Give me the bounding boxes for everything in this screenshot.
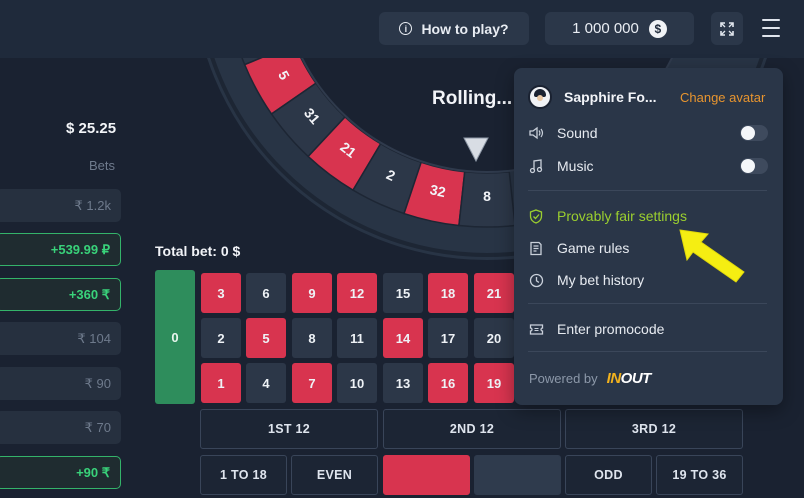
bet-history-label: My bet history bbox=[557, 272, 645, 288]
dozen-bet-button[interactable]: 2ND 12 bbox=[383, 409, 561, 449]
sound-setting: Sound bbox=[528, 121, 768, 145]
wheel-pocket bbox=[352, 142, 423, 215]
wheel-pocket-number: 5 bbox=[275, 68, 293, 83]
wheel-pointer-icon bbox=[463, 137, 489, 163]
powered-by: Powered by INOUT bbox=[529, 370, 651, 387]
music-note-icon bbox=[528, 158, 544, 174]
number-cell[interactable]: 4 bbox=[246, 363, 286, 403]
how-to-play-label: How to play? bbox=[421, 20, 509, 37]
number-cell[interactable]: 18 bbox=[428, 273, 468, 313]
bet-row: +360 ₹ bbox=[0, 278, 121, 311]
wheel-pocket-number: 31 bbox=[301, 105, 323, 127]
number-cell[interactable]: 11 bbox=[337, 318, 377, 358]
rolling-status: Rolling... bbox=[432, 88, 513, 109]
wheel-pocket bbox=[270, 82, 347, 158]
total-bets-amount: $ 25.25 bbox=[66, 120, 117, 137]
high-bet-button[interactable]: 19 TO 36 bbox=[656, 455, 743, 495]
odd-bet-button[interactable]: ODD bbox=[565, 455, 652, 495]
user-name: Sapphire Fo... bbox=[564, 89, 657, 105]
number-cell[interactable]: 3 bbox=[201, 273, 241, 313]
bet-row: ₹ 1.2k bbox=[0, 189, 121, 222]
promocode-item[interactable]: Enter promocode bbox=[528, 317, 768, 341]
wheel-pocket-number: 8 bbox=[483, 188, 491, 204]
total-bet-label: Total bet: 0 $ bbox=[155, 243, 241, 259]
number-cell[interactable]: 2 bbox=[201, 318, 241, 358]
promocode-label: Enter promocode bbox=[557, 321, 665, 337]
number-cell[interactable]: 14 bbox=[383, 318, 423, 358]
bet-row: ₹ 90 bbox=[0, 367, 121, 400]
bet-row: +90 ₹ bbox=[0, 456, 121, 489]
low-bet-button[interactable]: 1 TO 18 bbox=[200, 455, 287, 495]
wheel-pocket bbox=[307, 115, 382, 192]
fullscreen-button[interactable] bbox=[711, 12, 743, 45]
number-cell[interactable]: 16 bbox=[428, 363, 468, 403]
number-cell[interactable]: 20 bbox=[474, 318, 514, 358]
ticket-icon bbox=[528, 321, 544, 337]
avatar[interactable] bbox=[528, 85, 552, 109]
number-cell[interactable]: 9 bbox=[292, 273, 332, 313]
number-cell[interactable]: 13 bbox=[383, 363, 423, 403]
game-rules-label: Game rules bbox=[557, 240, 630, 256]
number-zero-cell[interactable]: 0 bbox=[155, 270, 195, 404]
history-clock-icon bbox=[528, 272, 544, 288]
balance-display: 1 000 000 $ bbox=[545, 12, 694, 45]
powered-by-label: Powered by bbox=[529, 371, 598, 386]
wheel-pocket-number: 21 bbox=[337, 139, 359, 161]
number-cell[interactable]: 6 bbox=[246, 273, 286, 313]
dozen-bet-button[interactable]: 3RD 12 bbox=[565, 409, 743, 449]
rules-document-icon bbox=[528, 240, 544, 256]
music-label: Music bbox=[557, 158, 594, 174]
number-cell[interactable]: 12 bbox=[337, 273, 377, 313]
number-cell[interactable]: 5 bbox=[246, 318, 286, 358]
bet-row: ₹ 70 bbox=[0, 411, 121, 444]
wheel-pocket-number: 32 bbox=[428, 181, 447, 200]
sound-toggle[interactable] bbox=[740, 125, 768, 141]
red-bet-button[interactable] bbox=[383, 455, 470, 495]
provably-fair-label: Provably fair settings bbox=[557, 208, 687, 224]
music-setting: Music bbox=[528, 154, 768, 178]
sound-label: Sound bbox=[557, 125, 598, 141]
menu-divider bbox=[528, 190, 767, 191]
wheel-pocket bbox=[458, 170, 516, 228]
black-bet-button[interactable] bbox=[474, 455, 561, 495]
top-bar: i How to play? 1 000 000 $ bbox=[0, 0, 804, 58]
fullscreen-icon bbox=[720, 21, 734, 36]
number-cell[interactable]: 19 bbox=[474, 363, 514, 403]
inout-logo: INOUT bbox=[606, 370, 652, 387]
info-icon: i bbox=[399, 22, 413, 35]
wheel-pocket bbox=[403, 161, 466, 227]
dozen-bet-button[interactable]: 1ST 12 bbox=[200, 409, 378, 449]
dollar-icon: $ bbox=[648, 19, 667, 38]
number-cell[interactable]: 1 bbox=[201, 363, 241, 403]
speaker-icon bbox=[528, 125, 544, 141]
menu-divider bbox=[528, 351, 767, 352]
bet-row: ₹ 104 bbox=[0, 322, 121, 355]
number-cell[interactable]: 8 bbox=[292, 318, 332, 358]
shield-icon bbox=[528, 208, 544, 224]
number-cell[interactable]: 10 bbox=[337, 363, 377, 403]
wheel-pocket-number: 2 bbox=[384, 166, 398, 184]
even-bet-button[interactable]: EVEN bbox=[291, 455, 378, 495]
balance-value: 1 000 000 bbox=[572, 20, 639, 37]
menu-icon bbox=[762, 19, 780, 21]
change-avatar-link[interactable]: Change avatar bbox=[680, 90, 765, 105]
user-profile: Sapphire Fo... Change avatar bbox=[528, 82, 773, 112]
pointer-arrow-icon bbox=[679, 229, 745, 283]
music-toggle[interactable] bbox=[740, 158, 768, 174]
number-cell[interactable]: 7 bbox=[292, 363, 332, 403]
number-cell[interactable]: 17 bbox=[428, 318, 468, 358]
bet-row: +539.99 ₽ bbox=[0, 233, 121, 266]
bets-label: Bets bbox=[89, 158, 116, 173]
how-to-play-button[interactable]: i How to play? bbox=[379, 12, 529, 45]
number-cell[interactable]: 15 bbox=[383, 273, 423, 313]
number-cell[interactable]: 21 bbox=[474, 273, 514, 313]
menu-divider bbox=[528, 303, 767, 304]
menu-button[interactable] bbox=[758, 16, 784, 40]
